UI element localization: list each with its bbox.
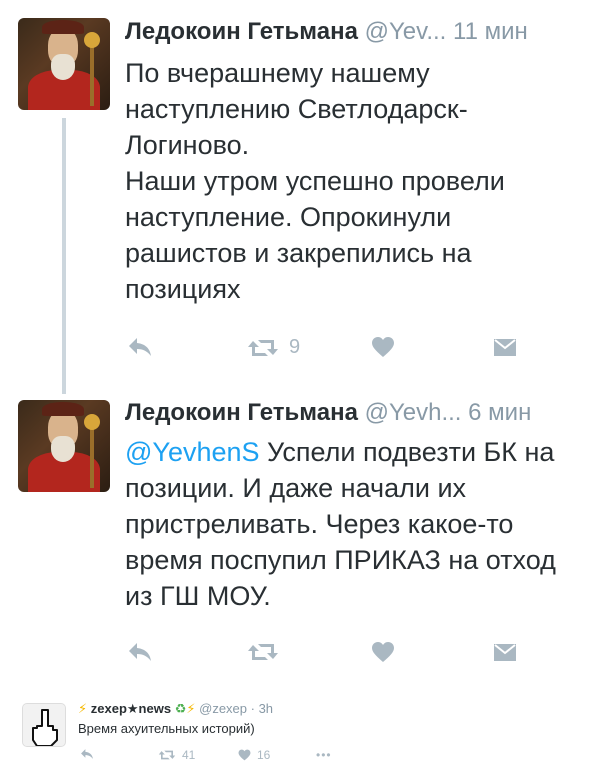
avatar[interactable] [18, 18, 110, 110]
timestamp[interactable]: 6 мин [468, 399, 531, 426]
reply-icon [129, 643, 151, 661]
retweet-button[interactable]: 9 [247, 336, 300, 359]
tweet-header: Ледокоин Гетьмана @Yevh... 6 мин [125, 398, 531, 428]
recycle-icon: ♻ [174, 701, 187, 716]
tweet-text-line-2: Наши утром успешно провели наступление. … [125, 166, 505, 304]
display-name[interactable]: zexep★news [91, 701, 171, 716]
retweet-count: 41 [182, 748, 196, 762]
timestamp[interactable]: 11 мин [453, 18, 528, 45]
tweet-header: ⚡ zexep★news ♻⚡ @zexep · 3h [78, 700, 273, 718]
tweet-actions [125, 641, 525, 671]
more-icon: ••• [316, 748, 332, 762]
like-count: 16 [257, 748, 271, 762]
reply-icon [129, 338, 151, 356]
more-button[interactable]: ••• [316, 748, 332, 762]
mention-link[interactable]: @YevhenS [125, 437, 260, 467]
retweet-icon [158, 750, 176, 760]
middle-finger-icon [23, 704, 65, 746]
like-icon [372, 337, 394, 357]
lightning-icon: ⚡ [78, 701, 88, 716]
reply-icon [81, 749, 93, 759]
like-button[interactable]: 16 [238, 748, 270, 762]
retweet-icon [248, 339, 278, 356]
dm-icon [494, 644, 516, 661]
retweet-button[interactable] [247, 641, 279, 663]
display-name[interactable]: Ледокоин Гетьмана [125, 399, 358, 426]
dm-button[interactable] [493, 641, 517, 663]
tweet-text-line-1: По вчерашнему нашему наступлению Светлод… [125, 58, 468, 160]
thread-line [62, 118, 66, 394]
like-icon [372, 642, 394, 662]
user-handle[interactable]: @zexep · 3h [199, 701, 273, 716]
user-handle[interactable]: @Yevh... [365, 399, 462, 426]
tweet-header: Ледокоин Гетьмана @Yev... 11 мин [125, 17, 528, 47]
dm-button[interactable] [493, 336, 517, 358]
reply-button[interactable] [127, 641, 153, 663]
retweet-icon [248, 644, 278, 660]
lightning-icon: ⚡ [186, 701, 196, 716]
avatar[interactable] [18, 400, 110, 492]
tweet-actions: 9 [125, 336, 525, 366]
tweet-text: Время ахуительных историй) [78, 721, 255, 736]
reply-button[interactable] [127, 336, 153, 358]
retweet-button[interactable]: 41 [158, 748, 195, 762]
like-button[interactable] [371, 641, 395, 663]
dm-icon [494, 339, 516, 356]
tweet-text: @YevhenS Успели подвезти БК на позиции. … [125, 434, 565, 614]
display-name[interactable]: Ледокоин Гетьмана [125, 18, 358, 45]
user-handle[interactable]: @Yev... [365, 18, 447, 45]
like-button[interactable] [371, 336, 395, 358]
avatar[interactable] [22, 703, 66, 747]
retweet-count: 9 [289, 336, 301, 358]
tweet-actions: 41 16 ••• [78, 748, 378, 768]
reply-button[interactable] [80, 748, 94, 760]
tweet-text: По вчерашнему нашему наступлению Светлод… [125, 55, 565, 307]
like-icon [238, 749, 251, 761]
